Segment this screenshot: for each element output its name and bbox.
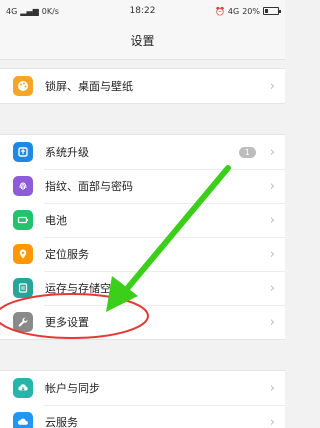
- update-count-badge: 1: [238, 146, 256, 158]
- alarm-icon: ⏰: [214, 6, 225, 16]
- chevron-right-icon: ›: [269, 78, 275, 94]
- network-indicator-right: 4G: [227, 6, 240, 16]
- settings-item-system-update[interactable]: 系统升级 1 ›: [0, 135, 285, 169]
- cloud-icon: [13, 412, 33, 428]
- settings-group-system: 系统升级 1 › 指纹、面部与密码 › 电池 › 定位服务 › 运存与存储空间 …: [0, 134, 285, 340]
- settings-item-label: 电池: [45, 214, 67, 227]
- settings-item-label: 运存与存储空间: [45, 282, 122, 295]
- fingerprint-icon: [13, 176, 33, 196]
- system-update-icon: [13, 142, 33, 162]
- chevron-right-icon: ›: [269, 178, 275, 194]
- wrench-icon: [13, 312, 33, 332]
- palette-icon: [13, 76, 33, 96]
- settings-item-location[interactable]: 定位服务 ›: [0, 237, 285, 271]
- settings-item-more-settings[interactable]: 更多设置 ›: [0, 305, 285, 339]
- settings-item-cloud-service[interactable]: 云服务 ›: [0, 405, 285, 428]
- settings-item-battery[interactable]: 电池 ›: [0, 203, 285, 237]
- battery-icon-status: [263, 7, 281, 15]
- settings-item-label: 定位服务: [45, 248, 89, 261]
- battery-icon: [13, 210, 33, 230]
- page-header: 设置: [0, 22, 285, 60]
- battery-percent: 20%: [242, 6, 260, 16]
- chevron-right-icon: ›: [269, 280, 275, 296]
- settings-item-accounts-sync[interactable]: 帐户与同步 ›: [0, 371, 285, 405]
- chevron-right-icon: ›: [269, 246, 275, 262]
- settings-item-label: 系统升级: [45, 146, 89, 159]
- chevron-right-icon: ›: [269, 380, 275, 396]
- settings-item-label: 锁屏、桌面与壁纸: [45, 80, 133, 93]
- page-title: 设置: [130, 34, 155, 48]
- chevron-right-icon: ›: [269, 314, 275, 330]
- status-bar: 4G ▂▄▆ 0K/s 18:22 ⏰ 4G 20%: [0, 0, 285, 22]
- settings-item-label: 帐户与同步: [45, 382, 100, 395]
- settings-item-label: 云服务: [45, 416, 78, 428]
- chevron-right-icon: ›: [269, 212, 275, 228]
- settings-group-accounts: 帐户与同步 › 云服务 ›: [0, 370, 285, 428]
- status-right: ⏰ 4G 20%: [214, 6, 281, 16]
- settings-item-label: 更多设置: [45, 316, 89, 329]
- settings-item-fingerprint-face-password[interactable]: 指纹、面部与密码 ›: [0, 169, 285, 203]
- account-sync-icon: [13, 378, 33, 398]
- location-icon: [13, 244, 33, 264]
- chevron-right-icon: ›: [269, 144, 275, 160]
- settings-group-display: 锁屏、桌面与壁纸 ›: [0, 68, 285, 104]
- settings-item-lockscreen-wallpaper[interactable]: 锁屏、桌面与壁纸 ›: [0, 69, 285, 103]
- chevron-right-icon: ›: [269, 414, 275, 428]
- settings-item-label: 指纹、面部与密码: [45, 180, 133, 193]
- storage-icon: [13, 278, 33, 298]
- settings-item-ram-storage[interactable]: 运存与存储空间 ›: [0, 271, 285, 305]
